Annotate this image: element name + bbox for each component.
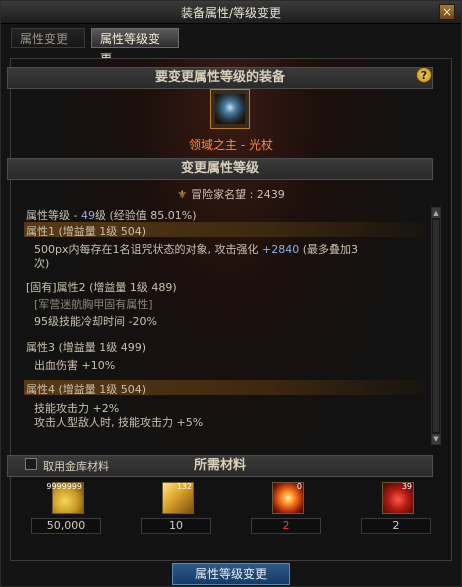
attribute-3-desc: 出血伤害 +10% (34, 359, 116, 372)
material-3-badge: 0 (296, 482, 302, 491)
attribute-1-title[interactable]: 属性1 (增益量 1级 504) (26, 223, 146, 239)
attribute-1-desc: 500px内每存在1名诅咒状态的对象, 攻击强化 +2840 (最多叠加3 (34, 241, 358, 257)
attribute-2-sub: [军营迷航胸甲固有属性] (34, 298, 153, 311)
use-vault-materials-label[interactable]: 取用金库材料 (43, 458, 109, 474)
attribute-2-title[interactable]: [固有]属性2 (增益量 1级 489) (26, 279, 177, 295)
title-bar[interactable]: 装备属性/等级变更 × (1, 1, 461, 24)
close-icon: × (441, 5, 453, 19)
attribute-1-desc-end: (最多叠加3 (299, 243, 358, 256)
material-1-amount: 50,000 (31, 518, 101, 534)
equipment-slot[interactable] (210, 89, 250, 129)
gold-coins-icon[interactable]: 9999999 (46, 482, 84, 514)
help-icon[interactable]: ? (416, 67, 432, 83)
scroll-up-icon[interactable]: ▲ (432, 208, 440, 218)
attribute-scrollbar[interactable]: ▲ ▼ (431, 207, 441, 445)
attribute-level-line: 属性等级 - 49级 (经验值 85.01%) (26, 207, 197, 223)
item-name: 领域之主 - 光杖 (189, 138, 273, 152)
fire-orb-icon[interactable]: 0 (272, 482, 304, 514)
attribute-3-title[interactable]: 属性3 (增益量 1级 499) (26, 339, 146, 355)
equipment-section-header: 要变更属性等级的装备 (7, 67, 433, 89)
red-essence-icon[interactable]: 39 (382, 482, 414, 514)
renown-text: 冒险家名望 : 2439 (191, 188, 285, 201)
tab-attribute-change[interactable]: 属性变更 (11, 28, 85, 48)
close-button[interactable]: × (439, 4, 455, 20)
use-vault-materials-checkbox[interactable] (25, 458, 37, 470)
attribute-4-title[interactable]: 属性4 (增益量 1级 504) (26, 381, 146, 397)
staff-item-icon (215, 94, 245, 124)
renown-icon: ⚜ (177, 188, 188, 201)
attribute-info-box: 属性等级 - 49级 (经验值 85.01%) 属性1 (增益量 1级 504)… (22, 204, 442, 447)
material-2-amount: 10 (141, 518, 211, 534)
material-2-badge: 132 (176, 482, 192, 491)
material-3-amount: 2 (251, 518, 321, 534)
change-section-header: 变更属性等级 (7, 158, 433, 180)
attribute-1-desc-line2: 次) (34, 257, 50, 270)
window-title: 装备属性/等级变更 (180, 6, 282, 20)
material-4-badge: 39 (401, 482, 412, 491)
attribute-level-change-button[interactable]: 属性等级变更 (172, 563, 290, 585)
scroll-thumb[interactable] (433, 220, 439, 432)
attribute-1-desc-start: 500px内每存在1名诅咒状态的对象, 攻击强化 (34, 243, 262, 256)
material-4-amount: 2 (361, 518, 431, 534)
attribute-level-prefix: 属性等级 - (26, 209, 81, 222)
attribute-level-value: 49 (80, 209, 95, 222)
gold-crystal-icon[interactable]: 132 (162, 482, 194, 514)
attribute-2-desc: 95级技能冷却时间 -20% (34, 315, 157, 328)
attribute-4-desc2: 攻击人型敌人时, 技能攻击力 +5% (34, 416, 204, 429)
attribute-level-suffix: 级 (经验值 85.01%) (94, 209, 197, 222)
renown-display: ⚜ 冒险家名望 : 2439 (0, 186, 462, 202)
attribute-1-desc-value: +2840 (261, 243, 300, 256)
scroll-down-icon[interactable]: ▼ (432, 434, 440, 444)
material-1-badge: 9999999 (46, 482, 82, 491)
tab-attribute-level-change[interactable]: 属性等级变更 (91, 28, 179, 66)
